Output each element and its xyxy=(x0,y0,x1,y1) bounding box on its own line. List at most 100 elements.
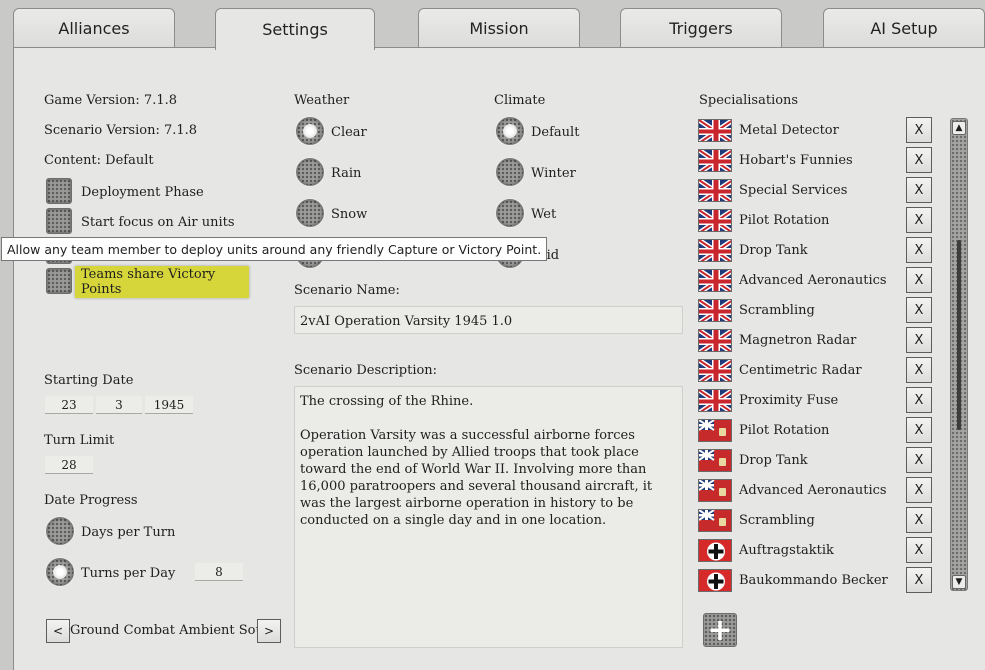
canada-red-ensign-icon xyxy=(698,419,732,442)
start-day-field[interactable]: 23 xyxy=(45,396,93,414)
uk-flag-icon xyxy=(698,329,732,352)
remove-specialisation-button[interactable]: X xyxy=(906,417,932,443)
specialisation-row: Centimetric Radar X xyxy=(698,356,933,386)
settings-content: Game Version: 7.1.8 Scenario Version: 7.… xyxy=(0,0,985,670)
specialisation-name: Drop Tank xyxy=(739,453,808,468)
tooltip-text: Allow any team member to deploy units ar… xyxy=(7,241,542,257)
turn-limit-field[interactable]: 28 xyxy=(45,456,93,474)
specialisation-name: Scrambling xyxy=(739,303,815,318)
scenario-name-input[interactable]: 2vAI Operation Varsity 1945 1.0 xyxy=(294,306,683,334)
turn-limit-label: Turn Limit xyxy=(44,433,115,448)
specialisation-row: Scrambling X xyxy=(698,296,933,326)
add-specialisation-button[interactable]: + xyxy=(703,613,737,648)
date-progress-label: Date Progress xyxy=(44,493,138,508)
ambient-sound-prev-button[interactable]: < xyxy=(46,619,70,643)
days-per-turn-label: Days per Turn xyxy=(81,525,176,540)
remove-specialisation-button[interactable]: X xyxy=(906,147,932,173)
specialisation-row: Drop Tank X xyxy=(698,446,933,476)
starting-date-label: Starting Date xyxy=(44,373,134,388)
climate-winter-radio[interactable] xyxy=(496,158,524,186)
specialisation-row: Pilot Rotation X xyxy=(698,206,933,236)
remove-specialisation-button[interactable]: X xyxy=(906,297,932,323)
scroll-down-button[interactable]: ▼ xyxy=(952,575,966,589)
teams-share-vp-text: Teams share Victory Points xyxy=(81,267,216,297)
climate-default-radio[interactable] xyxy=(496,117,524,145)
turns-per-day-label: Turns per Day xyxy=(81,566,176,581)
uk-flag-icon xyxy=(698,359,732,382)
specialisation-name: Pilot Rotation xyxy=(739,423,830,438)
uk-flag-icon xyxy=(698,209,732,232)
specialisation-name: Drop Tank xyxy=(739,243,808,258)
tooltip: Allow any team member to deploy units ar… xyxy=(1,237,548,261)
specialisation-name: Auftragstaktik xyxy=(739,543,834,558)
specialisation-name: Metal Detector xyxy=(739,123,839,138)
weather-clear-label: Clear xyxy=(331,125,367,140)
specialisation-row: Special Services X xyxy=(698,176,933,206)
deployment-phase-checkbox[interactable] xyxy=(46,178,72,204)
remove-specialisation-button[interactable]: X xyxy=(906,507,932,533)
scenario-name-value: 2vAI Operation Varsity 1945 1.0 xyxy=(300,314,513,329)
specialisation-row: Scrambling X xyxy=(698,506,933,536)
remove-specialisation-button[interactable]: X xyxy=(906,267,932,293)
climate-label: Climate xyxy=(494,93,546,108)
uk-flag-icon xyxy=(698,239,732,262)
ambient-sound-next-button[interactable]: > xyxy=(257,619,281,643)
specialisation-name: Proximity Fuse xyxy=(739,393,839,408)
ambient-sound-value: Ground Combat Ambient Sound xyxy=(70,623,257,638)
scenario-name-label: Scenario Name: xyxy=(294,283,400,298)
uk-flag-icon xyxy=(698,389,732,412)
specialisation-row: Metal Detector X xyxy=(698,116,933,146)
canada-red-ensign-icon xyxy=(698,449,732,472)
uk-flag-icon xyxy=(698,269,732,292)
start-focus-checkbox[interactable] xyxy=(46,208,72,234)
specialisation-row: Baukommando Becker X xyxy=(698,566,933,596)
days-per-turn-radio[interactable] xyxy=(46,517,74,545)
turns-per-day-field[interactable]: 8 xyxy=(195,563,243,581)
specialisations-label: Specialisations xyxy=(699,93,799,108)
remove-specialisation-button[interactable]: X xyxy=(906,207,932,233)
remove-specialisation-button[interactable]: X xyxy=(906,357,932,383)
deployment-phase-label: Deployment Phase xyxy=(81,185,204,200)
remove-specialisation-button[interactable]: X xyxy=(906,327,932,353)
climate-wet-radio[interactable] xyxy=(496,199,524,227)
german-cross-icon xyxy=(698,539,732,562)
start-focus-label: Start focus on Air units xyxy=(81,215,235,230)
climate-wet-label: Wet xyxy=(531,207,557,222)
specialisation-row: Auftragstaktik X xyxy=(698,536,933,566)
teams-share-vp-label: Teams share Victory Points xyxy=(75,266,249,298)
teams-share-vp-checkbox[interactable] xyxy=(46,268,72,294)
uk-flag-icon xyxy=(698,179,732,202)
remove-specialisation-button[interactable]: X xyxy=(906,387,932,413)
climate-default-label: Default xyxy=(531,125,580,140)
specialisation-row: Drop Tank X xyxy=(698,236,933,266)
scroll-up-button[interactable]: ▲ xyxy=(952,121,966,135)
specialisation-name: Pilot Rotation xyxy=(739,213,830,228)
remove-specialisation-button[interactable]: X xyxy=(906,237,932,263)
start-year-field[interactable]: 1945 xyxy=(145,396,193,414)
canada-red-ensign-icon xyxy=(698,479,732,502)
uk-flag-icon xyxy=(698,299,732,322)
scenario-description-input[interactable]: The crossing of the Rhine. Operation Var… xyxy=(294,386,683,648)
remove-specialisation-button[interactable]: X xyxy=(906,537,932,563)
remove-specialisation-button[interactable]: X xyxy=(906,477,932,503)
scenario-description-label: Scenario Description: xyxy=(294,363,438,378)
weather-clear-radio[interactable] xyxy=(296,117,324,145)
uk-flag-icon xyxy=(698,119,732,142)
weather-snow-label: Snow xyxy=(331,207,368,222)
weather-snow-radio[interactable] xyxy=(296,199,324,227)
weather-rain-radio[interactable] xyxy=(296,158,324,186)
specialisation-row: Advanced Aeronautics X xyxy=(698,476,933,506)
start-month-field[interactable]: 3 xyxy=(96,396,142,414)
specialisation-name: Special Services xyxy=(739,183,848,198)
remove-specialisation-button[interactable]: X xyxy=(906,567,932,593)
remove-specialisation-button[interactable]: X xyxy=(906,447,932,473)
description-paragraph: Operation Varsity was a successful airbo… xyxy=(300,428,653,528)
remove-specialisation-button[interactable]: X xyxy=(906,117,932,143)
remove-specialisation-button[interactable]: X xyxy=(906,177,932,203)
scrollbar-thumb[interactable] xyxy=(957,240,961,430)
weather-label: Weather xyxy=(294,93,350,108)
specialisation-name: Scrambling xyxy=(739,513,815,528)
specialisation-name: Baukommando Becker xyxy=(739,573,888,588)
turns-per-day-radio[interactable] xyxy=(46,558,74,586)
